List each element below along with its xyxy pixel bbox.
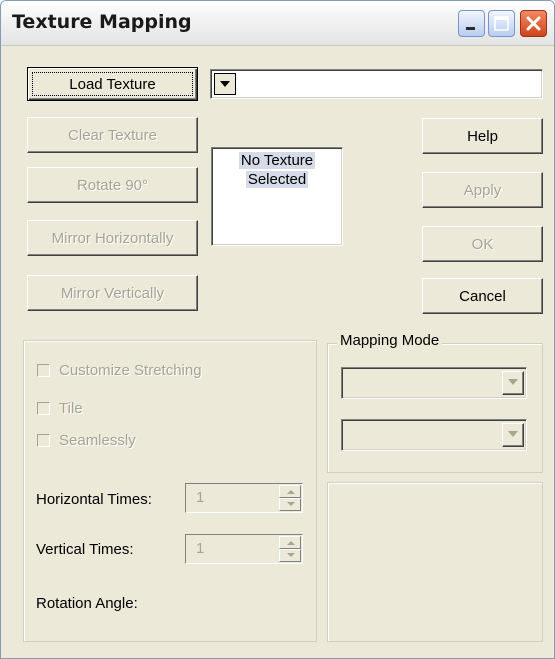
texture-combo[interactable] [210,69,543,99]
texture-preview: No Texture Selected [211,147,343,246]
mapping-preview-panel [327,482,543,642]
cancel-button[interactable]: Cancel [422,278,543,314]
mirror-vertically-button[interactable]: Mirror Vertically [27,275,198,311]
preview-line-2: Selected [245,171,309,188]
checkbox-box [37,364,50,377]
spin-up-button[interactable] [279,485,301,498]
texture-mapping-dialog: Texture Mapping Load Texture Clear Textu… [0,0,555,659]
maximize-icon [494,16,509,31]
close-icon [526,16,541,31]
rotate-90-label: Rotate 90° [76,176,149,194]
spin-down-button[interactable] [279,498,301,511]
mapping-mode-dropdown-2[interactable] [502,423,524,447]
minimize-button[interactable] [458,10,485,37]
rotate-90-button[interactable]: Rotate 90° [27,167,198,203]
mapping-mode-legend: Mapping Mode [337,332,443,349]
chevron-up-icon [287,490,295,494]
preview-line-1: No Texture [238,152,316,169]
horizontal-times-value: 1 [196,489,205,506]
chevron-down-icon [508,379,518,385]
help-button[interactable]: Help [422,118,543,154]
chevron-down-icon [508,431,518,437]
help-label: Help [467,127,498,145]
mapping-mode-combo-1[interactable] [341,367,527,399]
checkbox-box [37,402,50,415]
texture-dropdown-button[interactable] [214,73,236,95]
rotation-angle-label: Rotation Angle: [36,595,138,612]
apply-label: Apply [463,181,502,199]
clear-texture-button[interactable]: Clear Texture [27,117,198,153]
load-texture-button[interactable]: Load Texture [27,67,198,101]
minimize-icon [466,27,475,30]
ok-label: OK [471,235,494,253]
tile-checkbox[interactable]: Tile [37,400,83,417]
spin-down-button[interactable] [279,549,301,562]
spin-up-button[interactable] [279,536,301,549]
chevron-down-icon [287,553,295,557]
customize-stretching-label: Customize Stretching [59,362,202,379]
seamlessly-checkbox[interactable]: Seamlessly [37,432,136,449]
title-bar[interactable]: Texture Mapping [1,1,554,46]
vertical-times-label: Vertical Times: [36,541,134,558]
clear-texture-label: Clear Texture [68,126,157,144]
chevron-up-icon [287,541,295,545]
vertical-times-spinner[interactable]: 1 [185,534,303,564]
vertical-times-value: 1 [196,540,205,557]
chevron-down-icon [220,81,230,87]
mapping-mode-group [327,343,543,473]
chevron-down-icon [287,502,295,506]
horizontal-times-spinner[interactable]: 1 [185,483,303,513]
seamlessly-label: Seamlessly [59,432,136,449]
mapping-mode-combo-2[interactable] [341,419,527,451]
horizontal-times-label: Horizontal Times: [36,491,152,508]
customize-stretching-checkbox[interactable]: Customize Stretching [37,362,202,379]
ok-button[interactable]: OK [422,226,543,262]
checkbox-box [37,434,50,447]
load-texture-label: Load Texture [69,75,156,93]
cancel-label: Cancel [459,287,506,305]
mirror-horizontally-label: Mirror Horizontally [51,229,174,247]
mapping-mode-dropdown-1[interactable] [502,371,524,395]
maximize-button[interactable] [488,10,515,37]
mirror-horizontally-button[interactable]: Mirror Horizontally [27,220,198,256]
tile-label: Tile [59,400,83,417]
window-title: Texture Mapping [12,11,192,33]
mirror-vertically-label: Mirror Vertically [60,284,165,302]
apply-button[interactable]: Apply [422,172,543,208]
close-button[interactable] [520,10,547,37]
